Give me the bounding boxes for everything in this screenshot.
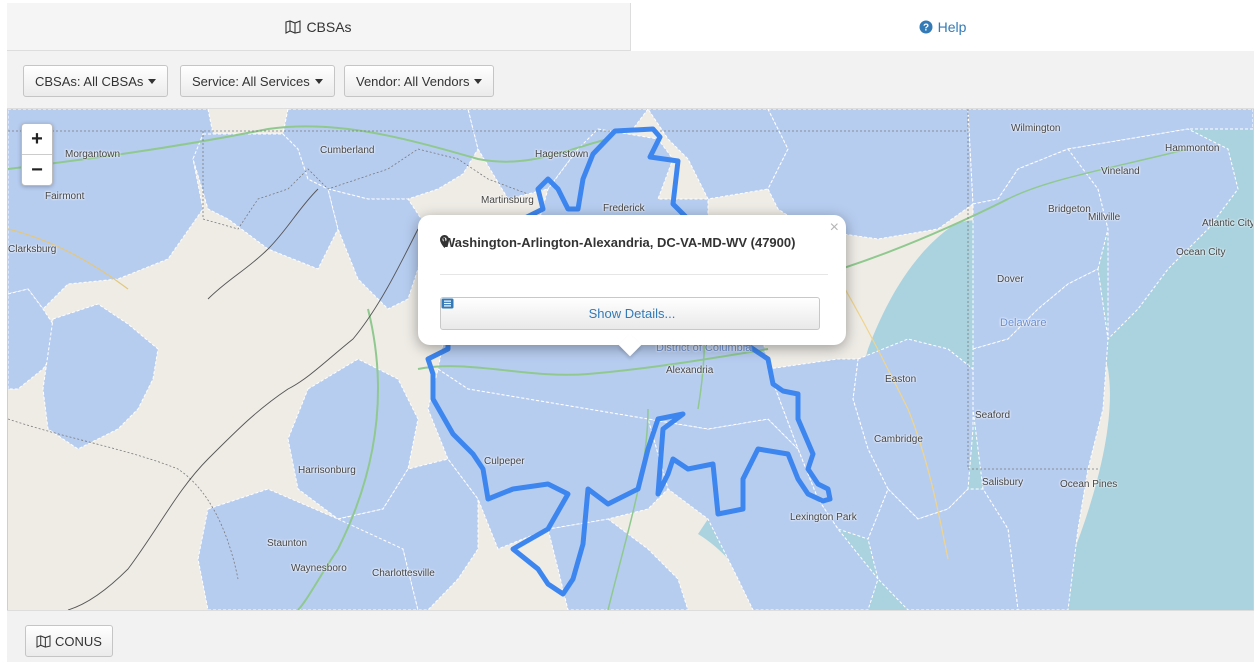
service-filter-dropdown[interactable]: Service: All Services [180,65,335,97]
popup-divider [440,274,828,275]
cbsa-filter-label: CBSAs: All CBSAs [35,73,144,89]
vendor-filter-label: Vendor: All Vendors [356,73,470,89]
conus-label: CONUS [55,633,102,649]
caret-down-icon [474,78,483,84]
map-view[interactable]: Morgantown Fairmont Clarksburg Cumberlan… [8,109,1253,610]
city-label: Clarksburg [8,244,57,255]
map-icon [285,19,301,34]
city-label: Cambridge [874,434,923,445]
city-label: Seaford [975,410,1011,421]
zoom-control: + − [21,123,53,186]
popup-title-text: Washington-Arlington-Alexandria, DC-VA-M… [443,235,796,250]
map-canvas [8,109,1253,610]
city-label: Harrisonburg [298,465,356,476]
tab-cbsas-label: CBSAs [306,18,352,35]
vendor-filter-dropdown[interactable]: Vendor: All Vendors [344,65,495,97]
city-label: Morgantown [65,149,121,160]
city-label: Frederick [603,203,645,214]
zoom-in-button[interactable]: + [22,124,52,155]
question-circle-icon: ? [919,20,933,34]
city-label: Wilmington [1011,123,1061,134]
city-label: Vineland [1101,166,1140,177]
city-label: Culpeper [484,456,525,467]
tab-help-label: Help [937,19,967,35]
city-label: Easton [885,374,917,385]
city-label: Salisbury [982,477,1024,488]
state-label: Delaware [1000,317,1047,329]
city-label: Dover [997,274,1024,285]
city-label: Charlottesville [372,568,435,579]
city-label: Ocean Pines [1060,479,1118,490]
cbsa-popup: × Washington-Arlington-Alexandria, DC-VA… [418,215,846,357]
city-label: Waynesboro [291,563,347,574]
caret-down-icon [314,78,323,84]
city-label: Hammonton [1165,143,1220,154]
popup-title: Washington-Arlington-Alexandria, DC-VA-M… [440,235,795,250]
city-label: Cumberland [320,145,375,156]
city-label: Staunton [267,538,308,549]
service-filter-label: Service: All Services [192,73,310,89]
city-label: Lexington Park [790,512,857,523]
city-label: Bridgeton [1048,204,1091,215]
tab-cbsas[interactable]: CBSAs [7,3,631,51]
conus-button[interactable]: CONUS [25,625,113,657]
city-label: Hagerstown [535,149,589,160]
cbsa-regions [8,109,1253,610]
show-details-label: Show Details... [588,306,676,321]
city-label: Millville [1088,212,1121,223]
map-icon [36,634,51,648]
zoom-out-button[interactable]: − [22,155,52,185]
city-label: Fairmont [45,191,85,202]
city-label: Martinsburg [481,195,534,206]
svg-text:?: ? [923,23,929,34]
city-label: Alexandria [666,365,714,376]
show-details-button[interactable]: Show Details... [440,297,820,330]
tab-bar: CBSAs ? Help [7,3,1254,51]
filter-toolbar: CBSAs: All CBSAs Service: All Services V… [7,51,1254,109]
caret-down-icon [148,78,157,84]
cbsa-filter-dropdown[interactable]: CBSAs: All CBSAs [23,65,169,97]
footer-bar: CONUS [7,610,1254,662]
popup-close-button[interactable]: × [830,219,839,237]
city-label: Ocean City [1176,247,1226,258]
city-label: Atlantic City [1202,218,1253,229]
tab-help[interactable]: ? Help [631,3,1254,51]
